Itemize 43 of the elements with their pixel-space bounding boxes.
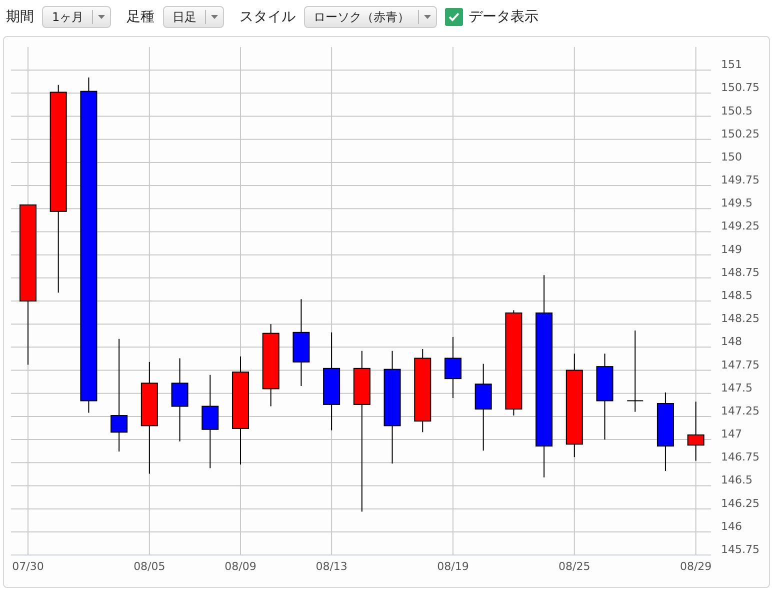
axis-label: 147.75 — [721, 358, 760, 372]
axis-label: 149.25 — [721, 220, 760, 233]
dropdown[interactable]: 日足 — [162, 6, 224, 28]
axis-label: 150.25 — [721, 127, 760, 140]
dropdown[interactable]: 1ヶ月 — [42, 6, 111, 28]
axis-label: 148.25 — [721, 312, 760, 326]
axis-label: 145.75 — [721, 543, 760, 556]
axis-label: 07/30 — [12, 560, 44, 573]
axis-label: 147.25 — [721, 404, 760, 418]
axis-label: 08/25 — [558, 560, 590, 573]
field-label: スタイル — [240, 8, 296, 26]
dropdown[interactable]: ローソク（赤青） — [304, 6, 437, 28]
caret-icon — [424, 15, 431, 19]
checkbox-label: データ表示 — [468, 8, 539, 26]
axis-label: 150.5 — [721, 104, 752, 118]
caret-icon — [98, 15, 105, 19]
axis-label: 147.5 — [721, 381, 752, 394]
axis-label: 147 — [721, 428, 742, 441]
axis-label: 08/09 — [224, 560, 256, 573]
axis-label: 146.5 — [721, 474, 752, 487]
field-label: 期間 — [6, 8, 34, 26]
axis-label: 08/13 — [316, 560, 348, 573]
check-icon — [448, 12, 460, 22]
axis-label: 149.75 — [721, 174, 760, 187]
axis-label: 148 — [721, 335, 742, 348]
axis-label: 150.75 — [721, 81, 760, 94]
axis-label: 08/05 — [134, 560, 166, 573]
checkbox[interactable] — [444, 8, 463, 26]
candlestick — [687, 401, 704, 462]
axis-label: 148.5 — [721, 289, 752, 302]
axis-label: 146.75 — [721, 450, 760, 464]
axis-label: 151 — [721, 58, 742, 72]
axis-label: 148.75 — [721, 266, 760, 279]
candlestick — [444, 336, 462, 398]
axis-label: 149 — [721, 242, 742, 256]
axis-label: 08/19 — [437, 560, 469, 573]
field-label: 足種 — [126, 8, 155, 26]
axis-label: 08/29 — [680, 560, 712, 573]
axis-label: 146.25 — [721, 496, 760, 510]
axis-label: 149.5 — [721, 196, 752, 210]
axis-label: 150 — [721, 150, 742, 164]
axis-label: 146 — [721, 520, 742, 533]
caret-icon — [210, 15, 218, 19]
